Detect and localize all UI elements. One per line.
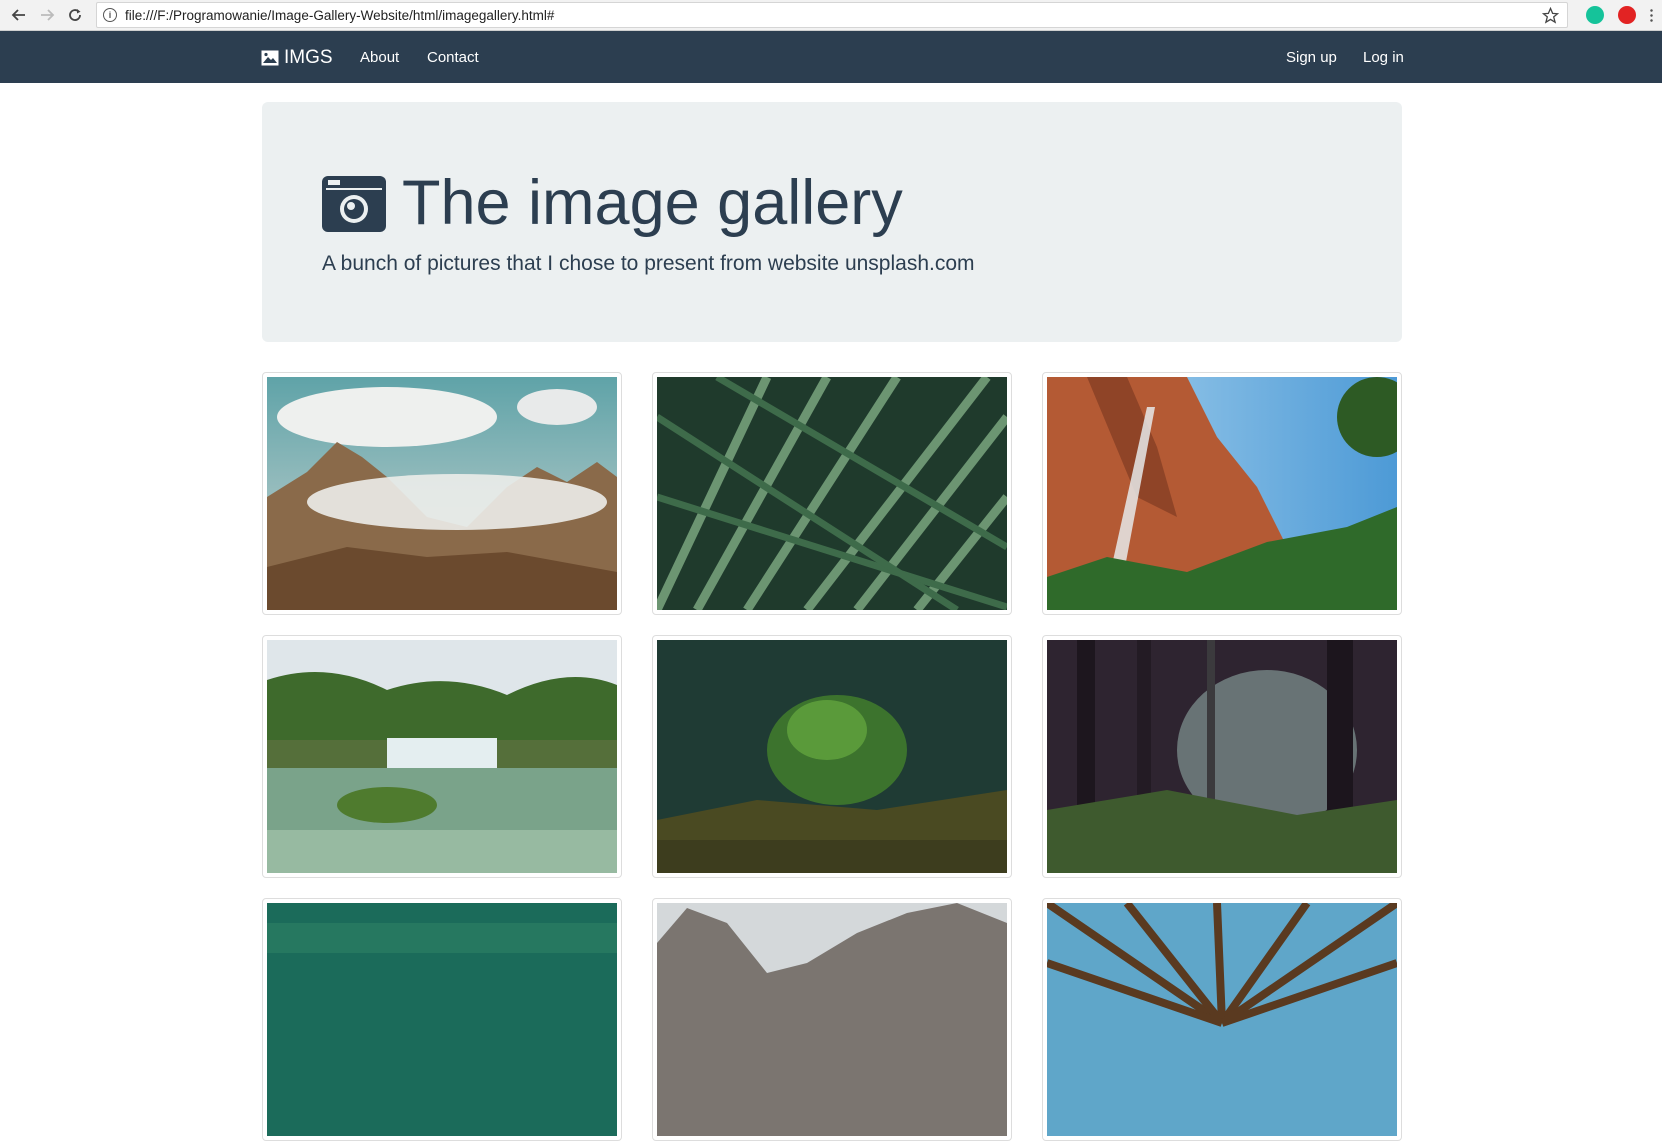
page-title: The image gallery <box>322 172 903 235</box>
tree-canopy-image <box>1047 903 1397 1136</box>
river-waterfalls-image <box>267 640 617 873</box>
gallery-thumbnail[interactable] <box>262 372 622 615</box>
palm-leaves-image <box>657 377 1007 610</box>
gallery-thumbnail[interactable] <box>652 635 1012 878</box>
misty-forest-image <box>1047 640 1397 873</box>
reload-icon[interactable] <box>64 4 86 26</box>
nav-contact[interactable]: Contact <box>427 49 479 66</box>
brand-logo[interactable]: IMGS <box>261 47 333 69</box>
nav-log-in[interactable]: Log in <box>1363 49 1404 66</box>
grammarly-extension-icon[interactable] <box>1586 6 1604 24</box>
page-title-text: The image gallery <box>402 168 903 238</box>
menu-dots-icon[interactable] <box>1650 8 1653 22</box>
page-subtitle: A bunch of pictures that I chose to pres… <box>322 252 975 275</box>
green-water-image <box>267 903 617 1136</box>
gallery-thumbnail[interactable] <box>652 372 1012 615</box>
nav-sign-up[interactable]: Sign up <box>1286 49 1337 66</box>
gallery-thumbnail[interactable] <box>1042 898 1402 1141</box>
picture-icon <box>261 50 279 66</box>
gallery-thumbnail[interactable] <box>1042 635 1402 878</box>
address-bar[interactable]: i file:///F:/Programowanie/Image-Gallery… <box>96 2 1568 28</box>
camera-icon <box>322 175 386 232</box>
jumbotron: The image gallery A bunch of pictures th… <box>262 102 1402 342</box>
canyon-waterfall-image <box>1047 377 1397 610</box>
forward-icon[interactable] <box>36 4 58 26</box>
gallery-thumbnail[interactable] <box>262 635 622 878</box>
back-icon[interactable] <box>8 4 30 26</box>
brand-text: IMGS <box>284 47 333 68</box>
nav-about[interactable]: About <box>360 49 399 66</box>
mountain-clouds-image <box>267 377 617 610</box>
gallery-thumbnail[interactable] <box>262 898 622 1141</box>
bookmark-star-icon[interactable] <box>1542 7 1559 24</box>
info-icon[interactable]: i <box>103 8 117 22</box>
top-navbar: IMGS About Contact Sign up Log in <box>0 31 1662 83</box>
browser-toolbar: i file:///F:/Programowanie/Image-Gallery… <box>0 0 1662 31</box>
small-fir-tree-image <box>657 640 1007 873</box>
opera-extension-icon[interactable] <box>1618 6 1636 24</box>
rocky-mountains-image <box>657 903 1007 1136</box>
address-url: file:///F:/Programowanie/Image-Gallery-W… <box>125 7 555 23</box>
gallery-thumbnail[interactable] <box>652 898 1012 1141</box>
gallery-thumbnail[interactable] <box>1042 372 1402 615</box>
